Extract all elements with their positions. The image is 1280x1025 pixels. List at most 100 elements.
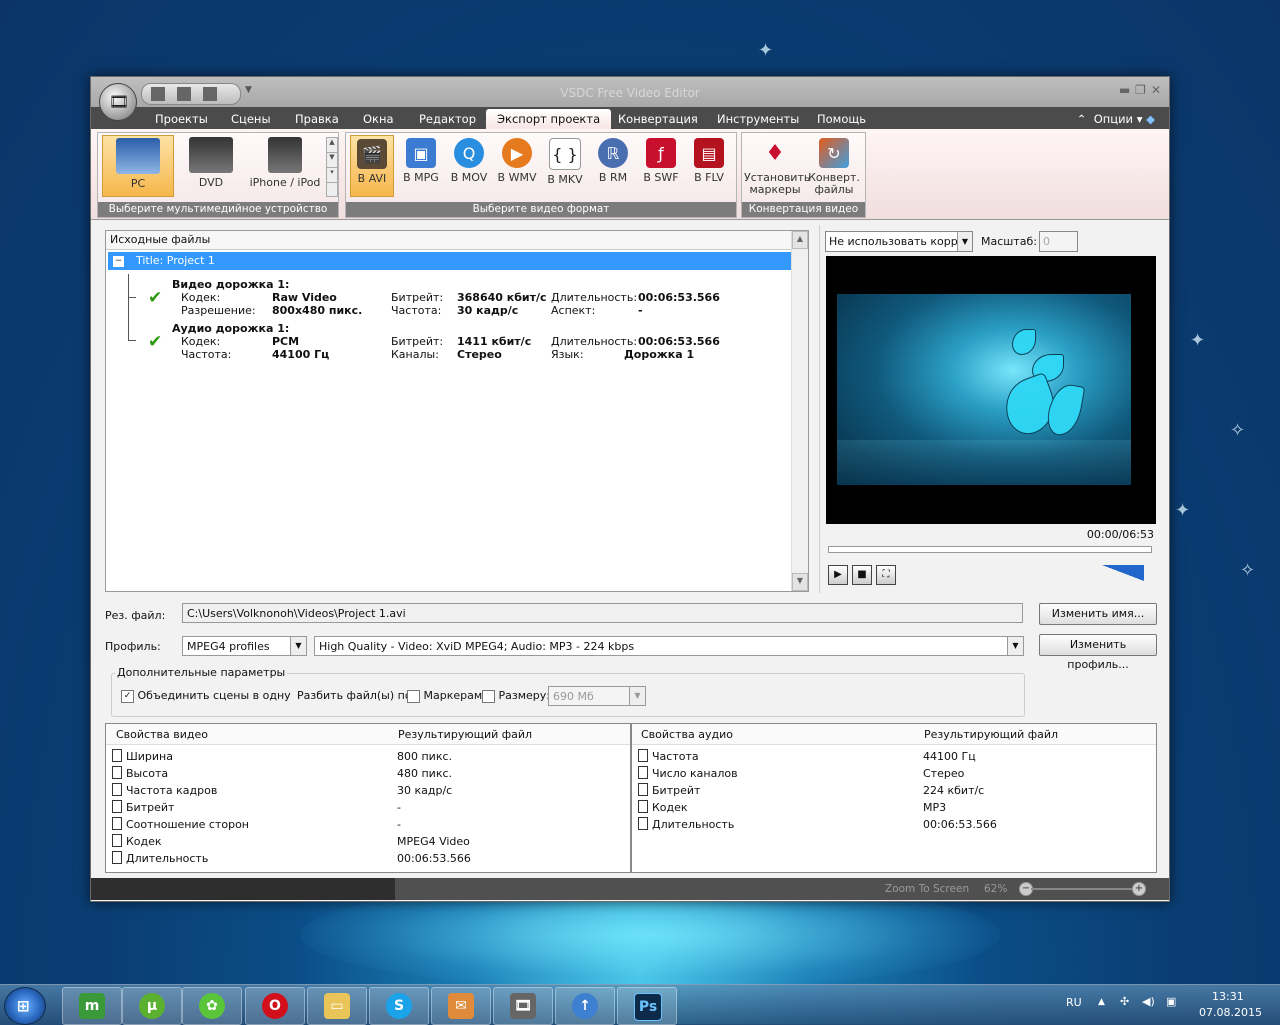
split-size-checkbox[interactable]: Размеру: [482, 689, 550, 703]
checkbox-checked-icon[interactable]: ✓ [121, 689, 134, 703]
play-icon[interactable]: ▶ [828, 565, 848, 585]
tab-tools[interactable]: Инструменты [717, 112, 799, 126]
split-markers-checkbox[interactable]: Маркерам [407, 689, 482, 703]
property-row[interactable]: Число каналов Стерео [638, 765, 1148, 782]
device-pc-button[interactable]: PC [102, 135, 174, 197]
audio-track-check-icon[interactable]: ✔ [148, 332, 162, 352]
scroll-down-icon[interactable]: ▼ [792, 573, 808, 591]
language-indicator[interactable]: RU [1066, 996, 1082, 1009]
options-label[interactable]: Опции [1094, 112, 1133, 126]
merge-scenes-checkbox[interactable]: ✓ Объединить сцены в одну [121, 689, 291, 703]
collapse-icon[interactable]: − [113, 255, 124, 267]
property-row[interactable]: Длительность 00:06:53.566 [112, 850, 622, 867]
chevron-down-icon[interactable]: ▼ [629, 687, 645, 705]
zoom-to-screen-label[interactable]: Zoom To Screen [885, 883, 969, 895]
taskbar-app-opera[interactable]: O [245, 987, 305, 1025]
minimize-icon[interactable]: ▬ [1119, 83, 1130, 97]
taskbar-app-utorrent[interactable]: µ [122, 987, 182, 1025]
app-menu-orb[interactable]: 🎞 [99, 83, 137, 121]
options-menu[interactable]: ⌃ Опции ▾ ◆ [1077, 112, 1155, 126]
source-scrollbar[interactable]: ▲ ▼ [791, 231, 808, 591]
tab-scenes[interactable]: Сцены [231, 112, 271, 126]
format-swf-button[interactable]: ƒ В SWF [640, 135, 682, 195]
start-button[interactable]: ⊞ [4, 987, 46, 1025]
format-mpg-button[interactable]: ▣ В MPG [400, 135, 442, 195]
video-track-check-icon[interactable]: ✔ [148, 288, 162, 308]
property-row[interactable]: Длительность 00:06:53.566 [638, 816, 1148, 833]
help-diamond-icon[interactable]: ◆ [1146, 112, 1155, 126]
change-profile-button[interactable]: Изменить профиль... [1039, 634, 1157, 671]
chevron-down-icon[interactable]: ▼ [1007, 637, 1023, 655]
taskbar-app-mediaget[interactable]: m [62, 987, 122, 1025]
property-row[interactable]: Битрейт 224 кбит/с [638, 782, 1148, 799]
result-file-column[interactable]: Результирующий файл [924, 728, 1058, 741]
scroll-up-icon[interactable]: ▲ [792, 231, 808, 249]
taskbar-app-skype[interactable]: S [369, 987, 429, 1025]
volume-icon[interactable] [1102, 565, 1144, 581]
taskbar-app-video-editor[interactable]: 🎞 [493, 987, 553, 1025]
clock-time[interactable]: 13:31 [1212, 990, 1244, 1003]
gallery-expand-icon[interactable]: ▾ [327, 168, 337, 183]
profile-select[interactable]: MPEG4 profiles ▼ [182, 636, 307, 656]
scroll-down-icon[interactable]: ▼ [327, 153, 337, 168]
tab-conversion[interactable]: Конвертация [618, 112, 698, 126]
device-dvd-button[interactable]: DVD [178, 135, 244, 195]
seek-bar[interactable] [828, 546, 1152, 553]
fullscreen-icon[interactable]: ⛶ [876, 565, 896, 585]
rename-button[interactable]: Изменить имя... [1039, 603, 1157, 625]
chevron-down-icon[interactable]: ▼ [957, 232, 972, 251]
aspect-correction-select[interactable]: Не использовать коррек ▼ [825, 231, 973, 252]
tray-expand-icon[interactable]: ▲ [1098, 997, 1105, 1007]
taskbar-app-icq[interactable]: ✿ [182, 987, 242, 1025]
scale-input[interactable]: 0 [1039, 231, 1078, 252]
device-gallery-scroll[interactable]: ▲ ▼ ▾ [326, 137, 338, 197]
device-iphone-button[interactable]: iPhone / iPod [246, 135, 324, 195]
maximize-icon[interactable]: ❐ [1135, 83, 1146, 97]
chevron-down-icon[interactable]: ▼ [290, 637, 306, 655]
volume-tray-icon[interactable]: ◀) [1142, 995, 1155, 1008]
taskbar-app-photoshop[interactable]: Ps [617, 987, 677, 1025]
property-row[interactable]: Кодек MP3 [638, 799, 1148, 816]
close-icon[interactable]: ✕ [1151, 83, 1161, 97]
format-avi-button[interactable]: 🎬 В AVI [350, 135, 394, 197]
project-title-row[interactable]: − Title: Project 1 [108, 252, 792, 270]
tab-windows[interactable]: Окна [363, 112, 394, 126]
taskbar-app-uploader[interactable]: ↑ [555, 987, 615, 1025]
profile-desc-select[interactable]: High Quality - Video: XviD MPEG4; Audio:… [314, 636, 1024, 656]
video-props-column[interactable]: Свойства видео [116, 728, 208, 741]
stop-icon[interactable]: ■ [852, 565, 872, 585]
property-row[interactable]: Высота 480 пикс. [112, 765, 622, 782]
result-file-column[interactable]: Результирующий файл [398, 728, 532, 741]
property-row[interactable]: Битрейт - [112, 799, 622, 816]
taskbar-app-messenger[interactable]: ✉ [431, 987, 491, 1025]
checkbox-icon[interactable] [482, 689, 495, 703]
tab-editor[interactable]: Редактор [419, 112, 476, 126]
zoom-in-icon[interactable]: + [1132, 882, 1146, 896]
convert-files-button[interactable]: ↻ Конверт. файлы [806, 135, 862, 196]
split-size-select[interactable]: 690 Мб ▼ [548, 686, 646, 706]
tab-help[interactable]: Помощь [817, 112, 866, 126]
format-flv-button[interactable]: ▤ В FLV [688, 135, 730, 195]
property-row[interactable]: Частота 44100 Гц [638, 748, 1148, 765]
checkbox-icon[interactable] [407, 689, 420, 703]
audio-props-column[interactable]: Свойства аудио [641, 728, 733, 741]
property-row[interactable]: Кодек MPEG4 Video [112, 833, 622, 850]
taskbar-app-explorer[interactable]: ▭ [307, 987, 367, 1025]
monitor-tray-icon[interactable]: ▣ [1166, 995, 1176, 1008]
clock-date[interactable]: 07.08.2015 [1199, 1006, 1262, 1019]
tab-edit[interactable]: Правка [295, 112, 339, 126]
property-row[interactable]: Ширина 800 пикс. [112, 748, 622, 765]
format-wmv-button[interactable]: ▶ В WMV [496, 135, 538, 195]
network-tray-icon[interactable]: ✣ [1120, 995, 1129, 1008]
tab-export-project[interactable]: Экспорт проекта [486, 109, 612, 130]
set-markers-button[interactable]: ♦ Установить маркеры [744, 135, 810, 196]
zoom-slider[interactable] [1031, 888, 1141, 890]
property-row[interactable]: Частота кадров 30 кадр/с [112, 782, 622, 799]
format-rm-button[interactable]: ℝ В RM [592, 135, 634, 195]
output-file-field[interactable]: C:\Users\Volknonoh\Videos\Project 1.avi [182, 603, 1023, 623]
format-mov-button[interactable]: Q В MOV [448, 135, 490, 195]
tab-projects[interactable]: Проекты [155, 112, 208, 126]
scroll-up-icon[interactable]: ▲ [327, 138, 337, 153]
collapse-ribbon-icon[interactable]: ⌃ [1077, 112, 1087, 126]
format-mkv-button[interactable]: { } В MKV [544, 135, 586, 195]
